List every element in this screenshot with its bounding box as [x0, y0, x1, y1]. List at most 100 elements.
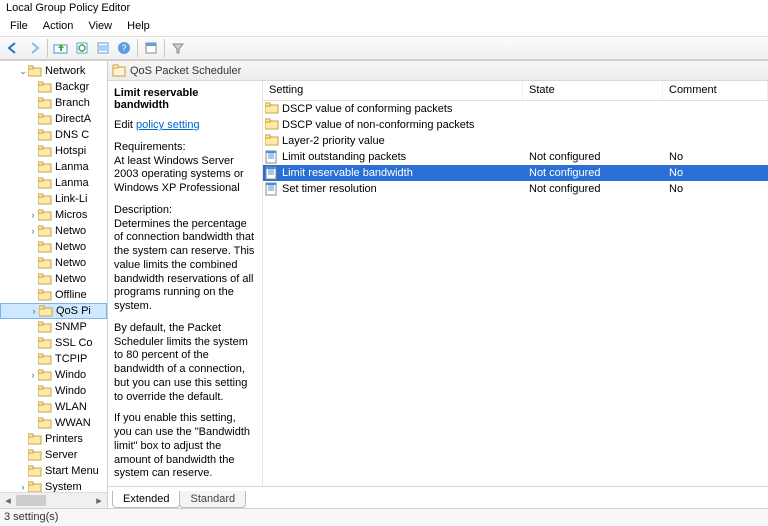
row-setting: Layer-2 priority value	[282, 135, 385, 147]
tree-item[interactable]: DNS C	[0, 127, 107, 143]
tree-item[interactable]: Windo	[0, 383, 107, 399]
tree-label: WLAN	[55, 401, 87, 413]
description-block: Description: Determines the percentage o…	[114, 204, 256, 314]
tree-item[interactable]: ›Micros	[0, 207, 107, 223]
back-arrow-icon	[6, 41, 20, 55]
tree-item[interactable]: Offline	[0, 287, 107, 303]
scrollbar-track[interactable]	[16, 493, 91, 508]
tree-item[interactable]: SNMP	[0, 319, 107, 335]
tree-item[interactable]: Server	[0, 447, 107, 463]
tree-item[interactable]: ›Windo	[0, 367, 107, 383]
row-state: Not configured	[523, 167, 663, 179]
refresh-button[interactable]	[72, 38, 92, 58]
forward-button[interactable]	[24, 38, 44, 58]
row-state: Not configured	[523, 151, 663, 163]
up-button[interactable]	[51, 38, 71, 58]
main-body: ⌄NetworkBackgrBranchDirectADNS CHotspiLa…	[0, 60, 768, 508]
list-row[interactable]: Limit outstanding packetsNot configuredN…	[263, 149, 768, 165]
row-comment: No	[663, 167, 768, 179]
menu-action[interactable]: Action	[37, 18, 80, 34]
list-body: DSCP value of conforming packets DSCP val…	[263, 101, 768, 486]
tree-item[interactable]: SSL Co	[0, 335, 107, 351]
menu-file[interactable]: File	[4, 18, 34, 34]
node-icon	[112, 64, 126, 78]
tree-label: Netwo	[55, 241, 86, 253]
tree-label: SNMP	[55, 321, 87, 333]
tree-label: Network	[45, 65, 85, 77]
tree-label: QoS Pi	[56, 305, 91, 317]
tree-item[interactable]: Netwo	[0, 255, 107, 271]
tree-item[interactable]: Branch	[0, 95, 107, 111]
tree-item[interactable]: Netwo	[0, 239, 107, 255]
tree-item[interactable]: Link-Li	[0, 191, 107, 207]
filter-button[interactable]	[168, 38, 188, 58]
requirements-text: At least Windows Server 2003 operating s…	[114, 155, 244, 195]
tree-item[interactable]: ›QoS Pi	[0, 303, 107, 319]
forward-arrow-icon	[27, 41, 41, 55]
setting-icon	[265, 166, 279, 180]
pane-title-text: QoS Packet Scheduler	[130, 65, 241, 77]
tree-item[interactable]: Lanma	[0, 159, 107, 175]
filter-icon	[171, 41, 185, 55]
tree-item[interactable]: Hotspi	[0, 143, 107, 159]
row-comment: No	[663, 183, 768, 195]
tree-item[interactable]: Lanma	[0, 175, 107, 191]
tree-label: DNS C	[55, 129, 89, 141]
tab-standard[interactable]: Standard	[179, 491, 246, 508]
scrollbar-thumb[interactable]	[16, 495, 46, 506]
tree-item-network[interactable]: ⌄Network	[0, 63, 107, 79]
list-row[interactable]: Layer-2 priority value	[263, 133, 768, 149]
back-button[interactable]	[3, 38, 23, 58]
tree-label: Backgr	[55, 81, 89, 93]
tree-label: Netwo	[55, 257, 86, 269]
tree-item[interactable]: Backgr	[0, 79, 107, 95]
scroll-right-arrow-icon[interactable]: ▸	[91, 493, 107, 508]
column-comment[interactable]: Comment	[663, 81, 768, 100]
tree-label: Windo	[55, 369, 86, 381]
tree-item[interactable]: TCPIP	[0, 351, 107, 367]
column-state[interactable]: State	[523, 81, 663, 100]
edit-prefix: Edit	[114, 119, 136, 131]
tree-item[interactable]: Start Menu	[0, 463, 107, 479]
edit-policy-link[interactable]: policy setting	[136, 119, 200, 131]
column-setting[interactable]: Setting	[263, 81, 523, 100]
pane-body: Limit reservable bandwidth Edit policy s…	[108, 81, 768, 486]
tree-label: WWAN	[55, 417, 91, 429]
view-tabs: Extended Standard	[108, 486, 768, 508]
folder-icon	[265, 134, 279, 148]
refresh-icon	[75, 41, 89, 55]
help-icon: ?	[117, 41, 131, 55]
menubar: File Action View Help	[0, 18, 768, 36]
tree-item[interactable]: WLAN	[0, 399, 107, 415]
export-list-icon	[96, 41, 110, 55]
tree-item[interactable]: DirectA	[0, 111, 107, 127]
tree-item[interactable]: WWAN	[0, 415, 107, 431]
export-list-button[interactable]	[93, 38, 113, 58]
tree-label: DirectA	[55, 113, 91, 125]
properties-icon	[144, 41, 158, 55]
tree-item[interactable]: Printers	[0, 431, 107, 447]
tree-label: Netwo	[55, 225, 86, 237]
menu-help[interactable]: Help	[121, 18, 156, 34]
row-setting: DSCP value of non-conforming packets	[282, 119, 474, 131]
tree-label: Printers	[45, 433, 83, 445]
row-setting: Set timer resolution	[282, 183, 377, 195]
row-comment: No	[663, 151, 768, 163]
list-row[interactable]: DSCP value of conforming packets	[263, 101, 768, 117]
tree-item[interactable]: ›Netwo	[0, 223, 107, 239]
menu-view[interactable]: View	[82, 18, 118, 34]
properties-button[interactable]	[141, 38, 161, 58]
tree-item[interactable]: Netwo	[0, 271, 107, 287]
tab-extended[interactable]: Extended	[112, 491, 180, 508]
list-row[interactable]: Limit reservable bandwidthNot configured…	[263, 165, 768, 181]
list-row[interactable]: DSCP value of non-conforming packets	[263, 117, 768, 133]
list-row[interactable]: Set timer resolutionNot configuredNo	[263, 181, 768, 197]
help-button[interactable]: ?	[114, 38, 134, 58]
tree-horizontal-scrollbar[interactable]: ◂ ▸	[0, 492, 107, 508]
description-p2: By default, the Packet Scheduler limits …	[114, 322, 256, 405]
list-header[interactable]: Setting State Comment	[263, 81, 768, 101]
scroll-left-arrow-icon[interactable]: ◂	[0, 493, 16, 508]
tree-label: Micros	[55, 209, 87, 221]
navigation-tree[interactable]: ⌄NetworkBackgrBranchDirectADNS CHotspiLa…	[0, 61, 108, 508]
row-setting: DSCP value of conforming packets	[282, 103, 452, 115]
